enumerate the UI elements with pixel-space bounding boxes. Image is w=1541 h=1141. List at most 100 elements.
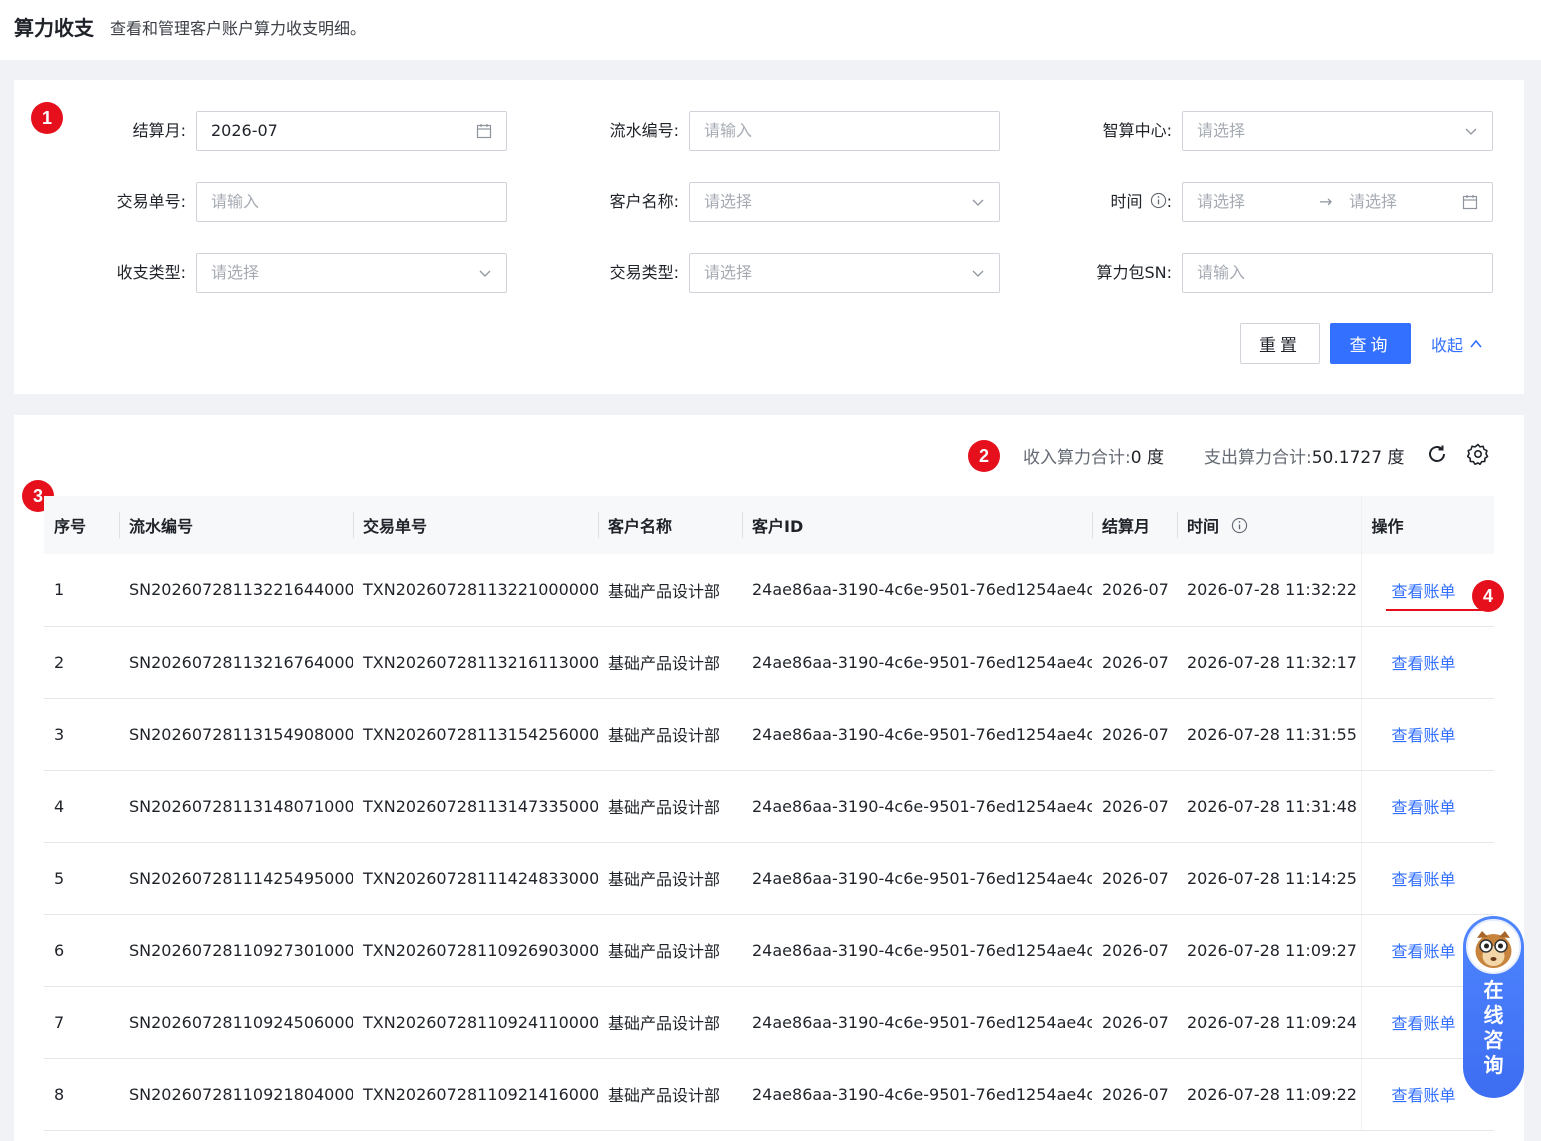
flow-no-input[interactable]: 请输入 — [689, 111, 1000, 151]
cell-txn-no: TXN20260728113154256000 — [353, 698, 598, 771]
flow-no-label: 流水编号: — [609, 121, 679, 140]
table-row: 7 SN20260728110924506000 TXN20260728110924… — [44, 986, 1494, 1059]
cell-time: 2026-07-28 11:32:17 — [1177, 626, 1361, 699]
cell-settle-month: 2026-07 — [1092, 842, 1177, 915]
io-type-placeholder: 请选择 — [211, 263, 260, 282]
cell-flow-no: SN20260728110927301000 — [119, 914, 353, 987]
view-bill-link[interactable]: 查看账单 — [1392, 942, 1456, 961]
view-bill-link[interactable]: 查看账单 — [1392, 582, 1456, 601]
view-bill-link[interactable]: 查看账单 — [1392, 1014, 1456, 1033]
cell-index: 8 — [44, 1058, 119, 1131]
io-type-select[interactable]: 请选择 — [196, 253, 507, 293]
cell-time: 2026-07-28 11:31:48 — [1177, 770, 1361, 843]
cell-time: 2026-07-28 11:14:25 — [1177, 842, 1361, 915]
time-range-picker[interactable]: 请选择 → 请选择 — [1182, 182, 1493, 222]
info-icon[interactable] — [1231, 517, 1248, 534]
chevron-down-icon — [971, 254, 985, 292]
view-bill-link[interactable]: 查看账单 — [1392, 654, 1456, 673]
col-header-settle-month: 结算月 — [1092, 496, 1177, 554]
col-header-txn-no: 交易单号 — [353, 496, 598, 554]
table-row: 3 SN20260728113154908000 TXN20260728113154… — [44, 698, 1494, 771]
cell-flow-no: SN20260728110921804000 — [119, 1058, 353, 1131]
customer-placeholder: 请选择 — [704, 192, 753, 211]
online-consult-char: 咨 — [1483, 1028, 1504, 1052]
cell-customer-id: 24ae86aa-3190-4c6e-9501-76ed1254ae4c — [742, 698, 1092, 771]
annotation-badge-1: 1 — [31, 102, 63, 134]
view-bill-link[interactable]: 查看账单 — [1392, 1086, 1456, 1105]
col-header-customer: 客户名称 — [598, 496, 742, 554]
cell-txn-no: TXN20260728110921416000 — [353, 1058, 598, 1131]
view-bill-link[interactable]: 查看账单 — [1392, 726, 1456, 745]
flow-no-placeholder: 请输入 — [704, 121, 753, 140]
cell-customer-id: 24ae86aa-3190-4c6e-9501-76ed1254ae4c — [742, 986, 1092, 1059]
info-icon[interactable] — [1150, 192, 1167, 209]
cell-flow-no: SN20260728113154908000 — [119, 698, 353, 771]
view-bill-link[interactable]: 查看账单 — [1392, 870, 1456, 889]
customer-label: 客户名称: — [609, 192, 679, 211]
cell-txn-no: TXN20260728110924110000 — [353, 986, 598, 1059]
table-row: 2 SN20260728113216764000 TXN20260728113216… — [44, 626, 1494, 699]
table-row: 6 SN20260728110927301000 TXN20260728110926… — [44, 914, 1494, 987]
cell-settle-month: 2026-07 — [1092, 914, 1177, 987]
calendar-icon — [1462, 183, 1478, 221]
txn-no-label: 交易单号: — [116, 192, 186, 211]
cell-time: 2026-07-28 11:32:22 — [1177, 554, 1361, 627]
cell-index: 5 — [44, 842, 119, 915]
view-bill-link[interactable]: 查看账单 — [1392, 798, 1456, 817]
center-select[interactable]: 请选择 — [1182, 111, 1493, 151]
cell-customer-id: 24ae86aa-3190-4c6e-9501-76ed1254ae4c — [742, 554, 1092, 627]
cell-customer-id: 24ae86aa-3190-4c6e-9501-76ed1254ae4c — [742, 1058, 1092, 1131]
cell-action: 查看账单 — [1360, 842, 1494, 915]
txn-type-select[interactable]: 请选择 — [689, 253, 1000, 293]
cell-flow-no: SN20260728113216764000 — [119, 626, 353, 699]
cell-customer-id: 24ae86aa-3190-4c6e-9501-76ed1254ae4c — [742, 842, 1092, 915]
annotation-badge-4: 4 — [1472, 580, 1504, 612]
txn-type-label: 交易类型: — [609, 263, 679, 282]
refresh-icon[interactable] — [1426, 443, 1448, 465]
txn-no-input[interactable]: 请输入 — [196, 182, 507, 222]
online-consult-char: 询 — [1483, 1053, 1504, 1077]
customer-select[interactable]: 请选择 — [689, 182, 1000, 222]
page-header: 算力收支 查看和管理客户账户算力收支明细。 — [0, 0, 1541, 60]
assistant-avatar — [1466, 919, 1521, 974]
pkg-sn-input[interactable]: 请输入 — [1182, 253, 1493, 293]
cell-index: 4 — [44, 770, 119, 843]
settle-month-picker[interactable]: 2026-07 — [196, 111, 507, 151]
cell-settle-month: 2026-07 — [1092, 1058, 1177, 1131]
cell-flow-no: SN20260728111425495000 — [119, 842, 353, 915]
cell-time: 2026-07-28 11:31:55 — [1177, 698, 1361, 771]
cell-customer: 基础产品设计部 — [598, 698, 742, 771]
cell-index: 1 — [44, 554, 119, 627]
chevron-down-icon — [478, 254, 492, 292]
collapse-link[interactable]: 收起 — [1431, 332, 1483, 356]
cell-customer: 基础产品设计部 — [598, 1058, 742, 1131]
table-header-row: 序号 流水编号 交易单号 客户名称 客户ID 结算月 时间 操作 — [44, 496, 1494, 554]
table-row: 5 SN20260728111425495000 TXN20260728111424… — [44, 842, 1494, 915]
cell-customer: 基础产品设计部 — [598, 842, 742, 915]
query-button[interactable]: 查询 — [1330, 323, 1411, 364]
gear-icon[interactable] — [1467, 443, 1489, 465]
reset-button[interactable]: 重置 — [1240, 323, 1320, 364]
txn-no-placeholder: 请输入 — [211, 192, 260, 211]
cell-settle-month: 2026-07 — [1092, 554, 1177, 627]
filter-panel: 1 结算月: 2026-07 流水编号: 请输入 智算中心: 请选择 交易单号:… — [14, 80, 1524, 394]
cell-flow-no: SN20260728110924506000 — [119, 986, 353, 1059]
cell-time: 2026-07-28 11:09:27 — [1177, 914, 1361, 987]
settle-month-label: 结算月: — [132, 121, 186, 140]
center-label: 智算中心: — [1102, 121, 1172, 140]
col-header-time: 时间 — [1177, 496, 1361, 554]
col-header-index: 序号 — [44, 496, 119, 554]
annotation-badge-2: 2 — [968, 440, 1000, 472]
annotation-underline — [1386, 609, 1492, 611]
chevron-down-icon — [1464, 112, 1478, 150]
pkg-sn-placeholder: 请输入 — [1197, 263, 1246, 282]
cell-index: 6 — [44, 914, 119, 987]
cell-customer: 基础产品设计部 — [598, 986, 742, 1059]
time-end-placeholder: 请选择 — [1349, 192, 1398, 211]
cell-flow-no: SN20260728113148071000 — [119, 770, 353, 843]
income-summary: 收入算力合计:0 度 — [1023, 448, 1164, 468]
online-consult-widget[interactable]: 在线咨询 — [1463, 916, 1524, 1098]
cell-settle-month: 2026-07 — [1092, 698, 1177, 771]
table-row: 8 SN20260728110921804000 TXN20260728110921… — [44, 1058, 1494, 1131]
cell-index: 7 — [44, 986, 119, 1059]
